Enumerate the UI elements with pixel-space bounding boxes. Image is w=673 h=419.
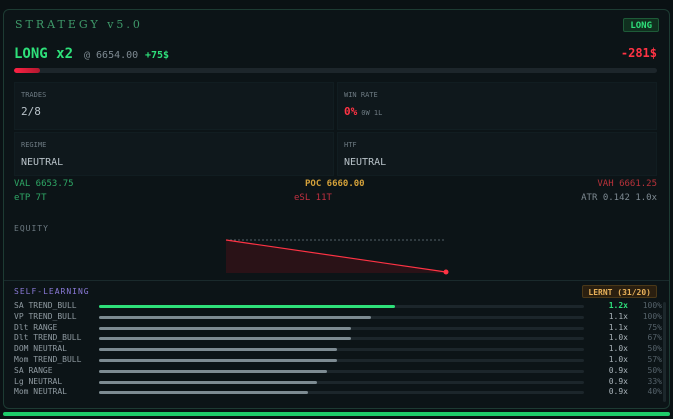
row-bar-fill — [99, 391, 308, 395]
row-bar-fill — [99, 326, 352, 330]
row-bar-track — [99, 380, 584, 384]
regime-label: REGIME — [21, 141, 47, 149]
pnl-value: -281$ — [620, 46, 657, 60]
position-progress-fill — [14, 68, 40, 73]
row-bar-track — [99, 315, 584, 319]
atr-level: ATR 0.142 1.0x — [581, 193, 657, 203]
self-learning-row: Dlt TREND_BULL 1.0x 67% — [14, 333, 662, 344]
row-bar-track — [99, 305, 584, 308]
row-multiplier: 1.0x — [608, 344, 628, 354]
row-name: DOM NEUTRAL — [14, 344, 67, 354]
entry-price: @ 6654.00 — [84, 50, 139, 61]
row-name: Dlt TREND_BULL — [14, 333, 82, 343]
row-multiplier: 1.1x — [608, 311, 628, 321]
self-learning-row: Dlt RANGE 1.1x 75% — [14, 323, 662, 334]
row-name: Dlt RANGE — [14, 322, 58, 332]
winrate-sub: 0W 1L — [361, 109, 383, 117]
equity-label: EQUITY — [14, 224, 49, 233]
bottom-status-strip — [3, 412, 670, 416]
row-bar-track — [99, 326, 584, 330]
trades-box: TRADES 2/8 — [14, 82, 334, 130]
row-bar-track — [99, 337, 584, 341]
row-bar-track — [99, 391, 584, 395]
self-learning-title: SELF-LEARNING — [14, 287, 90, 296]
winrate-value-wrap: 0% 0W 1L — [344, 105, 382, 118]
row-bar-fill — [99, 305, 395, 308]
row-multiplier: 1.1x — [608, 322, 628, 332]
row-bar-track — [99, 348, 584, 352]
row-name: SA RANGE — [14, 365, 53, 375]
row-multiplier: 0.9x — [608, 387, 628, 397]
row-percent: 75% — [647, 322, 662, 332]
row-multiplier: 1.0x — [608, 333, 628, 343]
row-bar-track — [99, 359, 584, 362]
row-multiplier: 1.0x — [608, 355, 628, 364]
section-divider — [4, 280, 669, 281]
row-multiplier: 0.9x — [608, 376, 628, 386]
row-name: VP TREND_BULL — [14, 311, 77, 321]
row-percent: 100% — [642, 301, 662, 310]
row-percent: 100% — [642, 311, 662, 321]
self-learning-row: VP TREND_BULL 1.1x 100% — [14, 312, 662, 323]
row-percent: 57% — [647, 355, 662, 364]
equity-chart — [225, 239, 449, 275]
val-level: VAL 6653.75 — [14, 179, 74, 189]
vah-level: VAH 6661.25 — [597, 179, 657, 189]
position-progress-bar — [14, 68, 657, 73]
trades-label: TRADES — [21, 91, 47, 99]
self-learning-row: Mom TREND_BULL 1.0x 57% — [14, 355, 662, 366]
winrate-label: WIN RATE — [344, 91, 378, 99]
row-name: SA TREND_BULL — [14, 301, 77, 310]
self-learning-row: SA TREND_BULL 1.2x 100% — [14, 301, 662, 312]
row-multiplier: 1.2x — [608, 301, 628, 310]
winrate-value: 0% — [344, 105, 358, 118]
direction-badge: LONG — [623, 18, 659, 32]
row-bar-fill — [99, 315, 371, 319]
htf-label: HTF — [344, 141, 357, 149]
winrate-box: WIN RATE 0% 0W 1L — [337, 82, 657, 130]
self-learning-row: Mom NEUTRAL 0.9x 40% — [14, 387, 662, 398]
strategy-panel: STRATEGY v5.0 LONG LONG x2 @ 6654.00 +75… — [3, 9, 670, 409]
row-percent: 33% — [647, 376, 662, 386]
row-name: Mom NEUTRAL — [14, 387, 67, 397]
htf-value: NEUTRAL — [344, 157, 387, 168]
row-bar-fill — [99, 369, 327, 373]
lernt-badge: LERNT (31/20) — [582, 285, 657, 298]
panel-title: STRATEGY v5.0 — [15, 18, 143, 31]
htf-box: HTF NEUTRAL — [337, 132, 657, 176]
self-learning-row: SA RANGE 0.9x 50% — [14, 366, 662, 377]
row-percent: 50% — [647, 365, 662, 375]
row-name: Mom TREND_BULL — [14, 355, 82, 364]
position-label: LONG x2 — [14, 46, 74, 62]
etp-level: eTP 7T — [14, 193, 47, 203]
row-name: Lg NEUTRAL — [14, 376, 63, 386]
position-gain: +75$ — [145, 50, 170, 61]
row-percent: 40% — [647, 387, 662, 397]
self-learning-row: DOM NEUTRAL 1.0x 50% — [14, 344, 662, 355]
row-bar-fill — [99, 380, 318, 384]
row-bar-track — [99, 369, 584, 373]
row-multiplier: 0.9x — [608, 365, 628, 375]
equity-endpoint — [443, 269, 449, 275]
row-bar-fill — [99, 348, 337, 352]
row-bar-fill — [99, 337, 352, 341]
row-bar-fill — [99, 359, 337, 362]
esl-level: eSL 11T — [294, 193, 332, 203]
regime-value: NEUTRAL — [21, 157, 64, 168]
poc-level: POC 6660.00 — [305, 179, 365, 189]
row-percent: 50% — [647, 344, 662, 354]
scrollbar[interactable] — [663, 302, 666, 402]
trades-value: 2/8 — [21, 105, 41, 118]
row-percent: 67% — [647, 333, 662, 343]
self-learning-row: Lg NEUTRAL 0.9x 33% — [14, 377, 662, 388]
regime-box: REGIME NEUTRAL — [14, 132, 334, 176]
